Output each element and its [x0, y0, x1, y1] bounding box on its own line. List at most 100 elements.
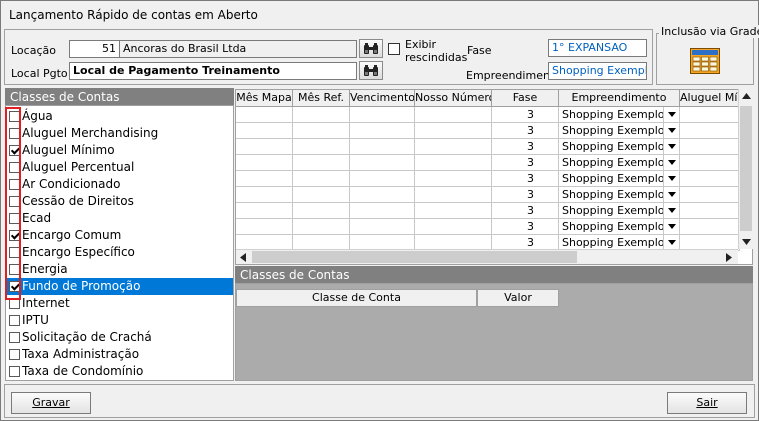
scroll-thumb[interactable] [740, 106, 752, 231]
grid-cell[interactable]: 3 [492, 171, 559, 187]
grid-cell[interactable] [415, 219, 492, 235]
class-list-item[interactable]: Taxa Administração [6, 346, 233, 363]
grid-cell[interactable] [415, 139, 492, 155]
grid-cell[interactable] [680, 171, 740, 187]
grid-cell[interactable] [350, 155, 415, 171]
class-list-item[interactable]: Ar Condicionado [6, 176, 233, 193]
fase-field[interactable]: 1° EXPANSAO [548, 39, 647, 57]
grid-cell[interactable] [293, 219, 350, 235]
grid-icon[interactable] [690, 48, 720, 74]
grid-cell[interactable]: 3 [492, 123, 559, 139]
grid-cell[interactable]: Shopping Exemplo [559, 203, 680, 219]
grid-cell[interactable]: Shopping Exemplo [559, 155, 680, 171]
class-list-item[interactable]: Solicitação de Crachá [6, 329, 233, 346]
grid-cell[interactable] [680, 155, 740, 171]
class-list-item[interactable]: Aluguel Percentual [6, 159, 233, 176]
grid-cell[interactable] [680, 123, 740, 139]
dropdown-arrow-icon[interactable] [663, 187, 679, 202]
sair-button[interactable]: Sair [667, 392, 747, 414]
grid-cell[interactable] [236, 107, 293, 123]
grid-cell[interactable] [350, 107, 415, 123]
grid-header-cell[interactable]: Fase [492, 90, 559, 107]
grid-header-cell[interactable]: Vencimento [350, 90, 415, 107]
grid-cell[interactable] [415, 187, 492, 203]
class-list-item[interactable]: Encargo Específico [6, 244, 233, 261]
grid-cell[interactable] [415, 155, 492, 171]
locacao-name-field[interactable]: Ancoras do Brasil Ltda [119, 40, 357, 58]
lower-col-valor[interactable]: Valor [477, 289, 559, 307]
class-list-item[interactable]: Internet [6, 295, 233, 312]
grid-cell[interactable] [293, 123, 350, 139]
class-list-item[interactable]: Encargo Comum [6, 227, 233, 244]
grid-cell[interactable] [680, 203, 740, 219]
grid-cell[interactable]: 3 [492, 155, 559, 171]
class-list-item[interactable]: Fundo de Promoção [6, 278, 233, 295]
grid-cell[interactable] [680, 219, 740, 235]
exibir-rescindidas-checkbox[interactable] [388, 43, 400, 55]
grid-cell[interactable] [236, 171, 293, 187]
grid-cell[interactable] [415, 123, 492, 139]
grid-cell[interactable] [350, 123, 415, 139]
class-list-item[interactable]: Energia [6, 261, 233, 278]
grid-cell[interactable]: Shopping Exemplo [559, 171, 680, 187]
grid-cell[interactable] [350, 139, 415, 155]
dropdown-arrow-icon[interactable] [663, 219, 679, 234]
grid-cell[interactable]: 3 [492, 187, 559, 203]
grid-cell[interactable] [680, 107, 740, 123]
class-list-item[interactable]: Ecad [6, 210, 233, 227]
dropdown-arrow-icon[interactable] [663, 235, 679, 250]
dropdown-arrow-icon[interactable] [663, 203, 679, 218]
grid-cell[interactable] [236, 203, 293, 219]
class-checkbox[interactable] [9, 349, 20, 360]
binoculars-icon[interactable] [359, 61, 383, 80]
hscroll-thumb[interactable] [252, 251, 577, 263]
grid-header-cell[interactable]: Mês Ref. [293, 90, 350, 107]
class-list-item[interactable]: Água [6, 108, 233, 125]
grid-cell[interactable] [350, 171, 415, 187]
grid-cell[interactable]: Shopping Exemplo [559, 107, 680, 123]
dropdown-arrow-icon[interactable] [663, 139, 679, 154]
dropdown-arrow-icon[interactable] [663, 155, 679, 170]
grid-cell[interactable] [293, 203, 350, 219]
grid-cell[interactable] [350, 203, 415, 219]
localpgto-field[interactable]: Local de Pagamento Treinamento [69, 62, 357, 80]
dropdown-arrow-icon[interactable] [663, 171, 679, 186]
locacao-code-field[interactable]: 51 [69, 40, 120, 58]
grid-cell[interactable] [293, 187, 350, 203]
grid-vertical-scrollbar[interactable] [738, 89, 753, 249]
grid-cell[interactable] [415, 203, 492, 219]
dropdown-arrow-icon[interactable] [663, 107, 679, 122]
binoculars-icon[interactable] [359, 39, 383, 58]
grid-cell[interactable] [680, 187, 740, 203]
class-list-item[interactable]: Taxa de Condomínio [6, 363, 233, 380]
grid-cell[interactable] [236, 155, 293, 171]
grid-cell[interactable] [415, 171, 492, 187]
grid-header-cell[interactable]: Mês Mapa [236, 90, 293, 107]
grid-cell[interactable] [350, 219, 415, 235]
grid-cell[interactable] [236, 187, 293, 203]
grid-cell[interactable]: Shopping Exemplo [559, 123, 680, 139]
gravar-button[interactable]: Gravar [11, 392, 91, 414]
class-checkbox[interactable] [9, 332, 20, 343]
grid-cell[interactable] [293, 107, 350, 123]
grid-header-cell[interactable]: Aluguel Mín [680, 90, 740, 107]
grid-cell[interactable] [236, 139, 293, 155]
grid-cell[interactable] [680, 139, 740, 155]
grid-cell[interactable]: 3 [492, 219, 559, 235]
grid-cell[interactable] [236, 123, 293, 139]
grid-cell[interactable]: 3 [492, 107, 559, 123]
lower-col-classe[interactable]: Classe de Conta [236, 289, 477, 307]
class-list-item[interactable]: IPTU [6, 312, 233, 329]
grid-cell[interactable] [350, 187, 415, 203]
grid-cell[interactable]: Shopping Exemplo [559, 219, 680, 235]
grid-cell[interactable]: 3 [492, 203, 559, 219]
grid-horizontal-scrollbar[interactable] [236, 249, 738, 264]
dropdown-arrow-icon[interactable] [663, 123, 679, 138]
grid-cell[interactable] [415, 107, 492, 123]
class-list-item[interactable]: Aluguel Mínimo [6, 142, 233, 159]
grid-header-cell[interactable]: Empreendimento [559, 90, 680, 107]
empreendimento-field[interactable]: Shopping Exemplo [548, 62, 647, 80]
class-checkbox[interactable] [9, 315, 20, 326]
grid-cell[interactable]: Shopping Exemplo [559, 187, 680, 203]
grid-cell[interactable]: Shopping Exemplo [559, 139, 680, 155]
